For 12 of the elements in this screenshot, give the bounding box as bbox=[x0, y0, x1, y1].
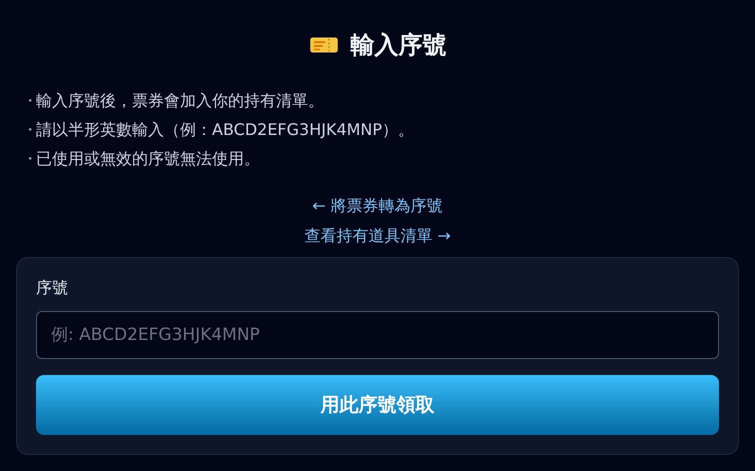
note-text: 請以半形英數輸入（例：ABCD2EFG3HJK4MNP）。 bbox=[36, 119, 414, 141]
nav-link[interactable]: ← 將票券轉為序號 bbox=[312, 191, 443, 221]
page-title: 輸入序號 bbox=[350, 30, 446, 61]
bullet-mark: ・ bbox=[22, 119, 36, 141]
note-text: 已使用或無效的序號無法使用。 bbox=[36, 148, 260, 170]
ticket-icon bbox=[308, 35, 338, 55]
bullet-mark: ・ bbox=[22, 148, 36, 170]
field-label: 序號 bbox=[36, 278, 69, 299]
bullet-mark: ・ bbox=[22, 90, 36, 112]
nav-link[interactable]: 查看持有道具清單 → bbox=[304, 221, 451, 251]
note-text: 輸入序號後，票券會加入你的持有清單。 bbox=[36, 90, 324, 112]
serial-input-field[interactable]: 例: ABCD2EFG3HJK4MNP bbox=[36, 311, 719, 359]
